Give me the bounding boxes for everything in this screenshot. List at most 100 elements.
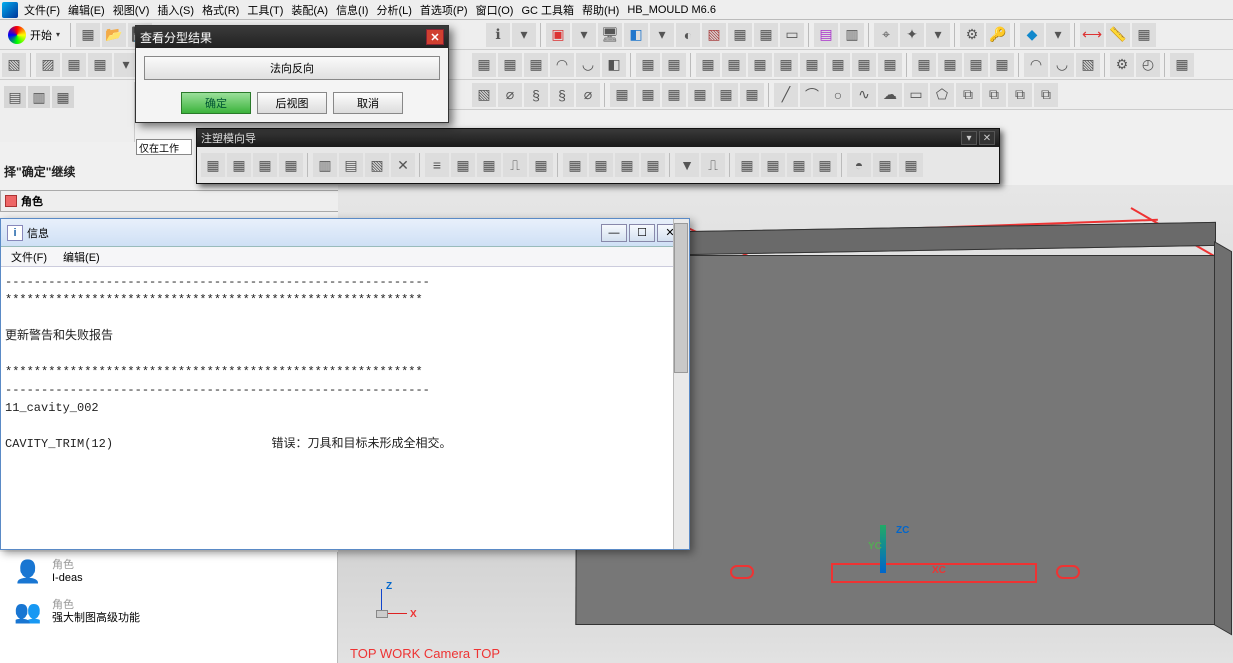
r3-spline-icon[interactable]: ∿ — [852, 83, 876, 107]
menu-assembly[interactable]: 装配(A) — [287, 0, 332, 20]
box-b-icon[interactable]: ▨ — [36, 53, 60, 77]
float-toolbar-dropdown-icon[interactable]: ▾ — [961, 131, 977, 145]
mw2-icon[interactable]: ▦ — [227, 153, 251, 177]
box-c-icon[interactable]: ▦ — [62, 53, 86, 77]
dialog-titlebar[interactable]: 查看分型结果 ✕ — [136, 26, 448, 48]
rect-icon[interactable]: ▭ — [780, 23, 804, 47]
r3-9-icon[interactable]: ▦ — [688, 83, 712, 107]
menu-file[interactable]: 文件(F) — [20, 0, 64, 20]
mw3-icon[interactable]: ▦ — [253, 153, 277, 177]
feat4-icon[interactable]: ◠ — [550, 53, 574, 77]
mw26-icon[interactable]: ▦ — [899, 153, 923, 177]
info-scroll-thumb[interactable] — [674, 223, 688, 373]
float-toolbar-close-icon[interactable]: ✕ — [979, 131, 995, 145]
cancel-button[interactable]: 取消 — [333, 92, 403, 114]
ruler-icon[interactable]: 📏 — [1106, 23, 1130, 47]
ls3-icon[interactable]: ▦ — [52, 86, 74, 108]
menu-prefs[interactable]: 首选项(P) — [416, 0, 472, 20]
info-menu-edit[interactable]: 编辑(E) — [59, 247, 104, 267]
back-view-button[interactable]: 后视图 — [257, 92, 327, 114]
mw8-icon[interactable]: ✕ — [391, 153, 415, 177]
info-titlebar[interactable]: i 信息 — ☐ ✕ — [1, 219, 689, 247]
mw6-icon[interactable]: ▤ — [339, 153, 363, 177]
r3-5-icon[interactable]: ⌀ — [576, 83, 600, 107]
layer-icon[interactable]: ▤ — [814, 23, 838, 47]
feat2-icon[interactable]: ▦ — [498, 53, 522, 77]
info-max-icon[interactable]: ☐ — [629, 224, 655, 242]
r3-4-icon[interactable]: § — [550, 83, 574, 107]
feat25-icon[interactable]: ◴ — [1136, 53, 1160, 77]
r3-rect-icon[interactable]: ▭ — [904, 83, 928, 107]
r3-7-icon[interactable]: ▦ — [636, 83, 660, 107]
info-text-area[interactable]: ----------------------------------------… — [1, 267, 689, 549]
filter-input[interactable] — [136, 139, 192, 155]
feat21-icon[interactable]: ◠ — [1024, 53, 1048, 77]
zoom-icon[interactable]: ▾ — [572, 23, 596, 47]
tool-a-icon[interactable]: ⚙ — [960, 23, 984, 47]
ls1-icon[interactable]: ▤ — [4, 86, 26, 108]
r3-3-icon[interactable]: § — [524, 83, 548, 107]
r3-ext1-icon[interactable]: ⧉ — [956, 83, 980, 107]
cube1-icon[interactable]: ▧ — [702, 23, 726, 47]
cube3-icon[interactable]: ▦ — [754, 23, 778, 47]
dialog-close-icon[interactable]: ✕ — [426, 29, 444, 45]
dropdown2-icon[interactable]: ▾ — [650, 23, 674, 47]
wcs2-icon[interactable]: ✦ — [900, 23, 924, 47]
r3-11-icon[interactable]: ▦ — [740, 83, 764, 107]
mw13-icon[interactable]: ▦ — [529, 153, 553, 177]
r3-8-icon[interactable]: ▦ — [662, 83, 686, 107]
feat22-icon[interactable]: ◡ — [1050, 53, 1074, 77]
open-file-icon[interactable]: 📂 — [102, 23, 126, 47]
mw7-icon[interactable]: ▧ — [365, 153, 389, 177]
ok-button[interactable]: 确定 — [181, 92, 251, 114]
dropdown-icon[interactable]: ▾ — [512, 23, 536, 47]
menu-info[interactable]: 信息(I) — [332, 0, 372, 20]
mw1-icon[interactable]: ▦ — [201, 153, 225, 177]
fit-icon[interactable]: ▣ — [546, 23, 570, 47]
feat12-icon[interactable]: ▦ — [774, 53, 798, 77]
role-item-ideas[interactable]: 👤 角色 I-deas — [0, 552, 337, 592]
r3-ext3-icon[interactable]: ⧉ — [1008, 83, 1032, 107]
feat16-icon[interactable]: ▦ — [878, 53, 902, 77]
box-icon[interactable]: ◧ — [624, 23, 648, 47]
menu-insert[interactable]: 插入(S) — [153, 0, 198, 20]
mw9-icon[interactable]: ≡ — [425, 153, 449, 177]
mw20-icon[interactable]: ▦ — [735, 153, 759, 177]
mold-drop-icon[interactable]: ▾ — [1046, 23, 1070, 47]
feat5-icon[interactable]: ◡ — [576, 53, 600, 77]
r3-line-icon[interactable]: ╱ — [774, 83, 798, 107]
r3-10-icon[interactable]: ▦ — [714, 83, 738, 107]
box-d-icon[interactable]: ▦ — [88, 53, 112, 77]
menu-help[interactable]: 帮助(H) — [578, 0, 623, 20]
analyze-icon[interactable]: ▦ — [1132, 23, 1156, 47]
layer2-icon[interactable]: ▥ — [840, 23, 864, 47]
r3-poly-icon[interactable]: ⬠ — [930, 83, 954, 107]
feat15-icon[interactable]: ▦ — [852, 53, 876, 77]
float-toolbar-titlebar[interactable]: 注塑模向导 ▾ ✕ — [197, 129, 999, 147]
menu-format[interactable]: 格式(R) — [198, 0, 243, 20]
mw17-icon[interactable]: ▦ — [641, 153, 665, 177]
r3-ext4-icon[interactable]: ⧉ — [1034, 83, 1058, 107]
feat1-icon[interactable]: ▦ — [472, 53, 496, 77]
r3-ext2-icon[interactable]: ⧉ — [982, 83, 1006, 107]
feat9-icon[interactable]: ▦ — [696, 53, 720, 77]
menu-window[interactable]: 窗口(O) — [472, 0, 518, 20]
r3-1-icon[interactable]: ▧ — [472, 83, 496, 107]
mw5-icon[interactable]: ▥ — [313, 153, 337, 177]
feat11-icon[interactable]: ▦ — [748, 53, 772, 77]
r3-circle-icon[interactable]: ○ — [826, 83, 850, 107]
sphere-icon[interactable]: ◐ — [676, 23, 700, 47]
wcs-drop-icon[interactable]: ▾ — [926, 23, 950, 47]
feat7-icon[interactable]: ▦ — [636, 53, 660, 77]
menu-view[interactable]: 视图(V) — [109, 0, 154, 20]
feat19-icon[interactable]: ▦ — [964, 53, 988, 77]
mw16-icon[interactable]: ▦ — [615, 153, 639, 177]
menu-gctoolbox[interactable]: GC 工具箱 — [517, 0, 578, 20]
cube2-icon[interactable]: ▦ — [728, 23, 752, 47]
r3-arc-icon[interactable]: ⌒ — [800, 83, 824, 107]
r3-6-icon[interactable]: ▦ — [610, 83, 634, 107]
feat17-icon[interactable]: ▦ — [912, 53, 936, 77]
mw23-icon[interactable]: ▦ — [813, 153, 837, 177]
mw4-icon[interactable]: ▦ — [279, 153, 303, 177]
feat10-icon[interactable]: ▦ — [722, 53, 746, 77]
